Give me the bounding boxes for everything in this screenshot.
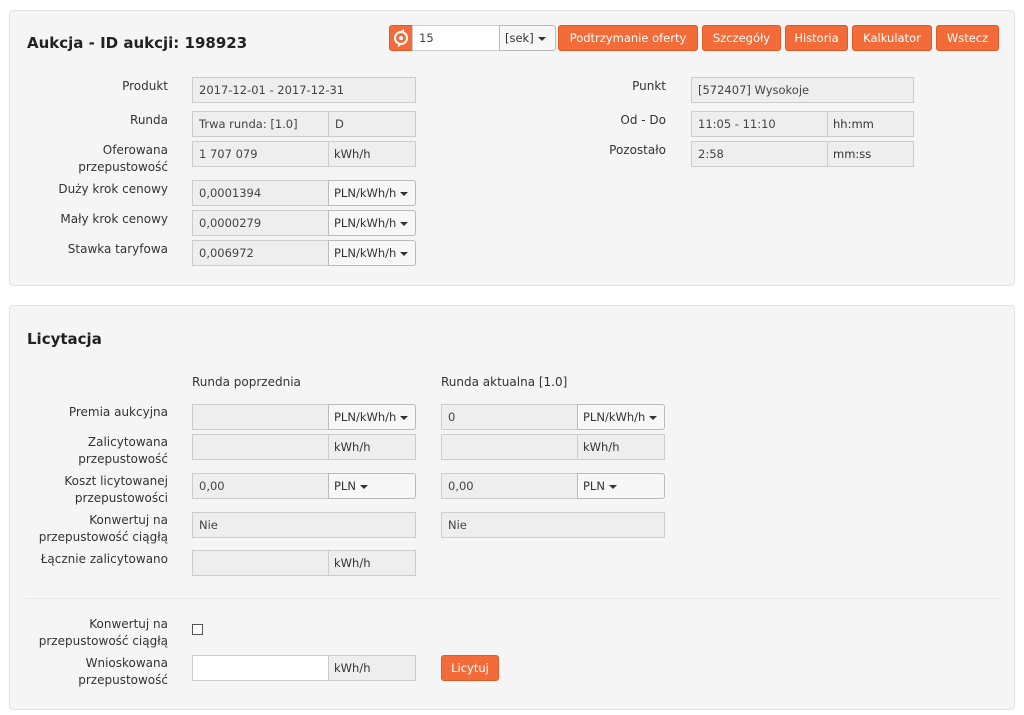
form-konwertuj-label-line1: Konwertuj na [89,617,168,631]
lacznie-unit: kWh/h [328,550,416,576]
chevron-down-icon [400,415,409,420]
wnioskowana-label: Wnioskowana przepustowość [20,655,168,689]
oddo-field: 11:05 - 11:10 [691,111,828,137]
form-konwertuj-label: Konwertuj na przepustowość ciągłą [20,616,168,650]
oferowana-label-line1: Oferowana [102,143,168,157]
chevron-down-icon [359,484,368,489]
stawka-field: 0,006972 [192,240,329,266]
zalicytowana-label: Zalicytowana przepustowość [20,434,168,468]
oferowana-label-line2: przepustowość [78,160,168,174]
refresh-icon [394,29,408,47]
zalicytowana-prev-unit: kWh/h [328,434,416,460]
page-title: Aukcja - ID aukcji: 198923 [27,34,248,52]
chevron-down-icon [608,484,617,489]
koszt-prev-unit-label: PLN [334,479,356,493]
current-round-header: Runda aktualna [1.0] [441,375,568,389]
chevron-down-icon [649,415,658,420]
produkt-field: 2017-12-01 - 2017-12-31 [192,77,416,103]
wnioskowana-label-line2: przepustowość [78,673,168,687]
duzy-krok-label: Duży krok cenowy [58,182,168,196]
form-konwertuj-label-line2: przepustowość ciągłą [38,634,168,648]
licytuj-button[interactable]: Licytuj [441,655,499,681]
runda-code-field: D [328,111,416,137]
chevron-down-icon [537,36,546,41]
maly-krok-unit-label: PLN/kWh/h [334,216,397,230]
konwertuj-curr-field: Nie [441,512,665,538]
wnioskowana-input[interactable] [192,655,329,681]
refresh-button[interactable] [389,25,413,51]
koszt-curr-unit-dropdown[interactable]: PLN [577,473,665,499]
koszt-label: Koszt licytowanej przepustowości [20,473,168,507]
konwertuj-label: Konwertuj na przepustowość ciągłą [20,512,168,546]
produkt-label: Produkt [122,79,168,93]
koszt-label-line1: Koszt licytowanej [64,474,168,488]
oddo-label: Od - Do [620,113,666,127]
premia-curr-unit-dropdown[interactable]: PLN/kWh/h [577,404,665,430]
punkt-field: [572407] Wysokoje [691,77,914,103]
bidding-title: Licytacja [27,330,102,348]
oferowana-unit: kWh/h [328,141,416,167]
stawka-unit-label: PLN/kWh/h [334,246,397,260]
koszt-prev-unit-dropdown[interactable]: PLN [328,473,416,499]
wnioskowana-label-line1: Wnioskowana [85,656,168,670]
pozostalo-unit: mm:ss [827,141,914,167]
runda-field: Trwa runda: [1.0] [192,111,329,137]
chevron-down-icon [400,191,409,196]
historia-button[interactable]: Historia [785,25,848,51]
oferowana-label: Oferowana przepustowość [30,142,168,176]
maly-krok-label: Mały krok cenowy [60,212,168,226]
pozostalo-field: 2:58 [691,141,828,167]
szczegoly-button[interactable]: Szczegóły [702,25,781,51]
previous-round-header: Runda poprzednia [192,375,301,389]
refresh-interval-input[interactable]: 15 [412,25,500,51]
koszt-curr-unit-label: PLN [583,479,605,493]
zalicytowana-curr-unit: kWh/h [577,434,665,460]
pozostalo-label: Pozostało [609,143,666,157]
form-divider [25,598,1000,599]
oferowana-field: 1 707 079 [192,141,329,167]
zalicytowana-prev-field [192,434,329,460]
podtrzymanie-oferty-button[interactable]: Podtrzymanie oferty [558,25,698,51]
refresh-unit-label: [sek] [505,31,534,45]
premia-prev-unit-label: PLN/kWh/h [334,410,397,424]
chevron-down-icon [400,251,409,256]
premia-prev-field [192,404,329,430]
premia-curr-unit-label: PLN/kWh/h [583,410,646,424]
koszt-prev-field: 0,00 [192,473,329,499]
lacznie-label: Łącznie zalicytowano [40,552,168,566]
kalkulator-button[interactable]: Kalkulator [852,25,932,51]
wstecz-button[interactable]: Wstecz [936,25,999,51]
premia-curr-field: 0 [441,404,578,430]
zalicytowana-label-line1: Zalicytowana [87,435,168,449]
premia-prev-unit-dropdown[interactable]: PLN/kWh/h [328,404,416,430]
punkt-label: Punkt [632,79,666,93]
chevron-down-icon [400,221,409,226]
konwertuj-label-line2: przepustowość ciągłą [38,530,168,544]
duzy-krok-unit-label: PLN/kWh/h [334,186,397,200]
konwertuj-checkbox[interactable] [192,624,203,635]
duzy-krok-unit-dropdown[interactable]: PLN/kWh/h [328,180,416,206]
stawka-unit-dropdown[interactable]: PLN/kWh/h [328,240,416,266]
refresh-unit-dropdown[interactable]: [sek] [499,25,556,51]
maly-krok-field: 0,0000279 [192,210,329,236]
stawka-label: Stawka taryfowa [67,242,168,256]
runda-label: Runda [130,113,168,127]
koszt-curr-field: 0,00 [441,473,578,499]
koszt-label-line2: przepustowości [74,491,168,505]
maly-krok-unit-dropdown[interactable]: PLN/kWh/h [328,210,416,236]
konwertuj-prev-field: Nie [192,512,416,538]
lacznie-field [192,550,329,576]
wnioskowana-unit: kWh/h [328,655,416,681]
oddo-unit: hh:mm [827,111,914,137]
premia-label: Premia aukcyjna [68,405,168,419]
zalicytowana-curr-field [441,434,578,460]
duzy-krok-field: 0,0001394 [192,180,329,206]
konwertuj-label-line1: Konwertuj na [89,513,168,527]
zalicytowana-label-line2: przepustowość [78,452,168,466]
